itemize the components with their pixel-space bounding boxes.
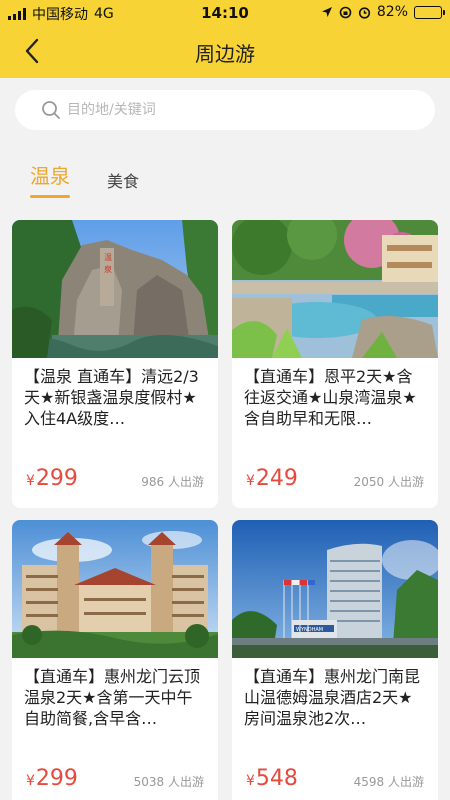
card-price: ¥548 (246, 766, 298, 791)
card-image: WYNDHAM (232, 520, 438, 658)
svg-text:温: 温 (104, 253, 112, 262)
card-travel-count: 986 人出游 (141, 475, 204, 489)
app-header: 中国移动 4G 14:10 82% 周边游 (0, 0, 450, 78)
category-tabs: 温泉 美食 (0, 160, 450, 204)
svg-text:泉: 泉 (104, 264, 112, 274)
card-title: 【直通车】惠州龙门云顶温泉2天★含第一天中午自助简餐,含早含… (24, 667, 201, 728)
price-value: 299 (35, 466, 78, 491)
card-price: ¥299 (26, 766, 78, 791)
card-price: ¥299 (26, 466, 78, 491)
alarm-icon (358, 6, 370, 19)
card-price: ¥249 (246, 466, 298, 491)
rotation-lock-icon (339, 6, 352, 18)
search-icon (42, 101, 60, 119)
battery-icon (414, 5, 445, 19)
card-travel-count: 5038 人出游 (133, 775, 204, 789)
card-title: 【直通车】惠州龙门南昆山温德姆温泉酒店2天★房间温泉池2次… (244, 667, 421, 728)
location-icon (321, 7, 332, 17)
product-card[interactable]: 温 泉 【温泉 直通车】清远2/3天★新银盏温泉度假村★入住4A级度… ¥299… (12, 220, 218, 508)
card-image: 温 泉 (12, 220, 218, 358)
currency-symbol: ¥ (26, 473, 35, 489)
page-title: 周边游 (195, 42, 255, 66)
card-image (232, 220, 438, 358)
card-image (12, 520, 218, 658)
currency-symbol: ¥ (26, 773, 35, 789)
search-input[interactable] (67, 102, 387, 118)
tab-food[interactable]: 美食 (107, 168, 139, 192)
product-card[interactable]: 【直通车】恩平2天★含往返交通★山泉湾温泉★含自助早和无限… ¥249 2050… (232, 220, 438, 508)
active-tab-indicator (30, 195, 70, 198)
search-bar[interactable] (15, 90, 435, 130)
card-travel-count: 4598 人出游 (353, 775, 424, 789)
price-value: 299 (35, 766, 78, 791)
card-travel-count: 2050 人出游 (353, 475, 424, 489)
tab-hot-spring[interactable]: 温泉 (30, 160, 70, 189)
product-card[interactable]: WYNDHAM 【直通车】惠州龙门南昆山温德姆温泉酒店2天★房间温泉池2次… ¥… (232, 520, 438, 800)
product-card[interactable]: 【直通车】惠州龙门云顶温泉2天★含第一天中午自助简餐,含早含… ¥299 503… (12, 520, 218, 800)
currency-symbol: ¥ (246, 773, 255, 789)
card-title: 【温泉 直通车】清远2/3天★新银盏温泉度假村★入住4A级度… (24, 367, 199, 428)
card-title: 【直通车】恩平2天★含往返交通★山泉湾温泉★含自助早和无限… (244, 367, 417, 428)
price-value: 249 (255, 466, 298, 491)
status-bar: 中国移动 4G 14:10 82% (0, 0, 450, 26)
battery-percent: 82% (376, 4, 408, 20)
currency-symbol: ¥ (246, 473, 255, 489)
price-value: 548 (255, 766, 298, 791)
